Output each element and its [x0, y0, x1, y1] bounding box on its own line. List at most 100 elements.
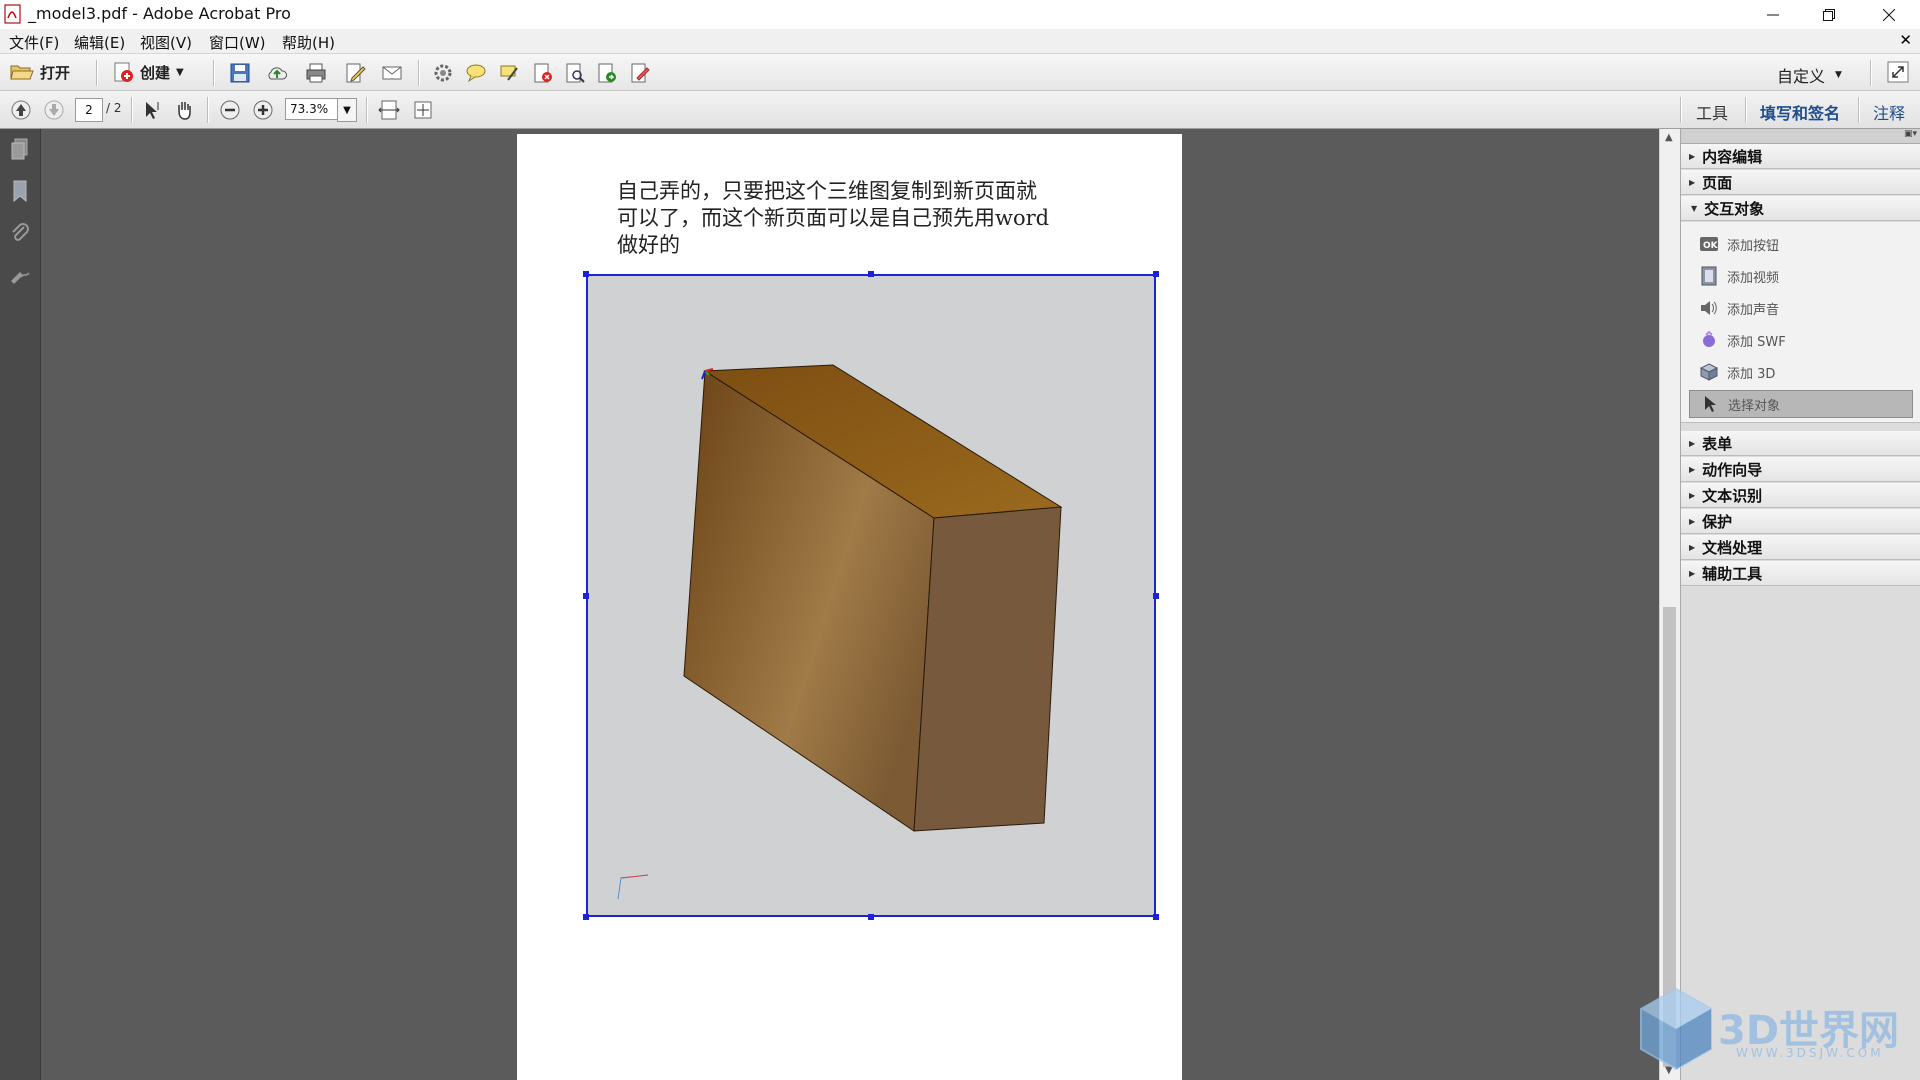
- next-page-icon[interactable]: [43, 99, 65, 121]
- close-document-button[interactable]: ✕: [1899, 31, 1912, 49]
- resize-handle[interactable]: [583, 271, 589, 277]
- create-label: 创建: [140, 63, 171, 82]
- film-icon: [1699, 266, 1719, 286]
- menu-edit[interactable]: 编辑(E): [74, 32, 125, 53]
- chevron-down-icon: ▼: [176, 66, 184, 78]
- scroll-up-icon[interactable]: ▲: [1665, 132, 1673, 143]
- highlight-icon[interactable]: [498, 62, 520, 84]
- page-thumbnails-icon[interactable]: [8, 137, 32, 161]
- watermark-url: WWW.3DSJW.COM: [1736, 1046, 1884, 1060]
- text-line: 做好的: [617, 233, 680, 257]
- add-button-item[interactable]: OK 添加按钮: [1699, 230, 1909, 258]
- previous-page-icon[interactable]: [10, 99, 32, 121]
- hand-tool-icon[interactable]: [173, 99, 195, 121]
- resize-handle[interactable]: [583, 914, 589, 920]
- resize-handle[interactable]: [1153, 593, 1159, 599]
- item-label: 添加声音: [1727, 302, 1780, 318]
- fit-page-icon[interactable]: [412, 99, 434, 121]
- section-interactive-objects[interactable]: ▼ 交互对象: [1681, 196, 1920, 221]
- section-accessibility[interactable]: ▶ 辅助工具: [1681, 561, 1920, 586]
- section-label: 保护: [1702, 512, 1733, 531]
- acrobat-pdf-icon: [4, 4, 21, 24]
- toolbar-divider: [131, 97, 133, 123]
- add-video-item[interactable]: 添加视频: [1699, 262, 1909, 290]
- section-text-recognition[interactable]: ▶ 文本识别: [1681, 483, 1920, 508]
- add-3d-item[interactable]: 添加 3D: [1699, 358, 1909, 386]
- menu-view[interactable]: 视图(V): [140, 32, 192, 53]
- signatures-icon[interactable]: [8, 263, 32, 287]
- email-icon[interactable]: [381, 62, 403, 84]
- tab-comment[interactable]: 注释: [1873, 100, 1905, 124]
- item-label: 添加视频: [1727, 270, 1780, 286]
- navigation-toolbar: 2 / 2 73.3% ▼ 工具 填写和签名 注释: [0, 91, 1920, 129]
- section-label: 交互对象: [1704, 199, 1765, 218]
- page-number-input[interactable]: 2: [75, 98, 103, 122]
- zoom-in-icon[interactable]: [252, 99, 274, 121]
- save-icon[interactable]: [229, 62, 251, 84]
- select-object-item[interactable]: 选择对象: [1689, 390, 1913, 418]
- cursor-icon: [1700, 394, 1720, 414]
- expand-arrow-icon: ▶: [1689, 516, 1696, 526]
- resize-handle[interactable]: [1153, 914, 1159, 920]
- expand-icon[interactable]: [1887, 61, 1909, 83]
- tab-tools[interactable]: 工具: [1696, 100, 1728, 124]
- toolbar-divider: [1858, 97, 1860, 123]
- cloud-upload-icon[interactable]: [266, 62, 288, 84]
- menu-help[interactable]: 帮助(H): [282, 32, 335, 53]
- delete-page-icon[interactable]: [532, 62, 554, 84]
- add-swf-item[interactable]: 添加 SWF: [1699, 326, 1909, 354]
- axis-indicator-icon: [617, 874, 649, 900]
- menu-window[interactable]: 窗口(W): [209, 32, 266, 53]
- toolbar-divider: [213, 60, 215, 86]
- 3d-world-logo-icon: [1640, 987, 1712, 1071]
- vertical-scrollbar[interactable]: ▲ ▼: [1659, 129, 1680, 1080]
- 3d-annotation-widget[interactable]: [586, 274, 1156, 917]
- expand-arrow-icon: ▶: [1689, 151, 1696, 161]
- resize-handle[interactable]: [868, 271, 874, 277]
- restore-icon: [1823, 8, 1835, 21]
- section-content-edit[interactable]: ▶ 内容编辑: [1681, 144, 1920, 169]
- main-toolbar: 打开 创建 ▼ 自定义 ▼: [0, 54, 1920, 91]
- page-count: / 2: [106, 101, 122, 115]
- panel-options-icon[interactable]: ▣▾: [1904, 129, 1917, 139]
- minimize-button[interactable]: [1745, 0, 1801, 29]
- section-pages[interactable]: ▶ 页面: [1681, 170, 1920, 195]
- menu-file[interactable]: 文件(F): [9, 32, 59, 53]
- resize-handle[interactable]: [1153, 271, 1159, 277]
- create-button[interactable]: 创建 ▼: [112, 60, 184, 84]
- export-page-icon[interactable]: [596, 62, 618, 84]
- add-sound-item[interactable]: 添加声音: [1699, 294, 1909, 322]
- tab-fill-sign[interactable]: 填写和签名: [1760, 100, 1840, 124]
- section-label: 内容编辑: [1702, 147, 1763, 166]
- customize-dropdown[interactable]: 自定义 ▼: [1777, 63, 1842, 87]
- zoom-dropdown[interactable]: ▼: [337, 98, 357, 122]
- close-button[interactable]: [1861, 0, 1917, 29]
- section-document-processing[interactable]: ▶ 文档处理: [1681, 535, 1920, 560]
- comment-icon[interactable]: [465, 62, 487, 84]
- section-label: 辅助工具: [1702, 564, 1763, 583]
- form-edit-icon[interactable]: [629, 62, 651, 84]
- attachments-icon[interactable]: [8, 221, 32, 245]
- expand-arrow-icon: ▶: [1689, 464, 1696, 474]
- find-page-icon[interactable]: [564, 62, 586, 84]
- bookmarks-icon[interactable]: [8, 179, 32, 203]
- toolbar-divider: [96, 60, 98, 86]
- section-action-wizard[interactable]: ▶ 动作向导: [1681, 457, 1920, 482]
- zoom-level-input[interactable]: 73.3%: [285, 98, 341, 120]
- edit-document-icon[interactable]: [344, 62, 366, 84]
- fit-width-icon[interactable]: [378, 99, 400, 121]
- zoom-out-icon[interactable]: [219, 99, 241, 121]
- ok-button-icon: OK: [1699, 234, 1719, 254]
- print-icon[interactable]: [305, 62, 327, 84]
- section-forms[interactable]: ▶ 表单: [1681, 431, 1920, 456]
- resize-handle[interactable]: [868, 914, 874, 920]
- gear-icon[interactable]: [432, 62, 454, 84]
- open-button[interactable]: 打开: [10, 60, 70, 84]
- resize-handle[interactable]: [583, 593, 589, 599]
- window-title: _model3.pdf - Adobe Acrobat Pro: [28, 4, 291, 23]
- toolbar-divider: [1745, 97, 1747, 123]
- section-protection[interactable]: ▶ 保护: [1681, 509, 1920, 534]
- select-cursor-icon[interactable]: [141, 99, 163, 121]
- toolbar-divider: [1870, 60, 1872, 86]
- restore-button[interactable]: [1801, 0, 1857, 29]
